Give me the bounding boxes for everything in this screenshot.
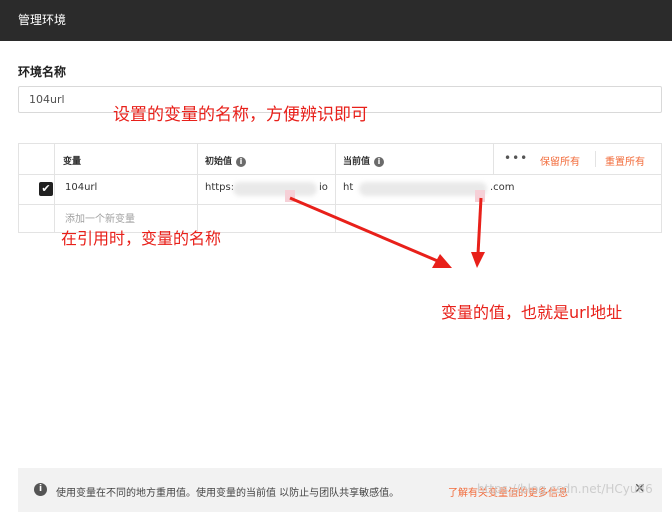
- footer-text: 使用变量在不同的地方重用值。使用变量的当前值 以防止与团队共享敏感值。: [56, 488, 400, 499]
- arrow-to-current: [476, 197, 483, 255]
- watermark-text: https://blog.csdn.net/HCyu86: [477, 482, 653, 496]
- arrow-head: [471, 252, 485, 268]
- annotation-arrows: [289, 196, 485, 268]
- arrow-to-initial: [289, 196, 441, 264]
- info-icon: i: [34, 483, 47, 496]
